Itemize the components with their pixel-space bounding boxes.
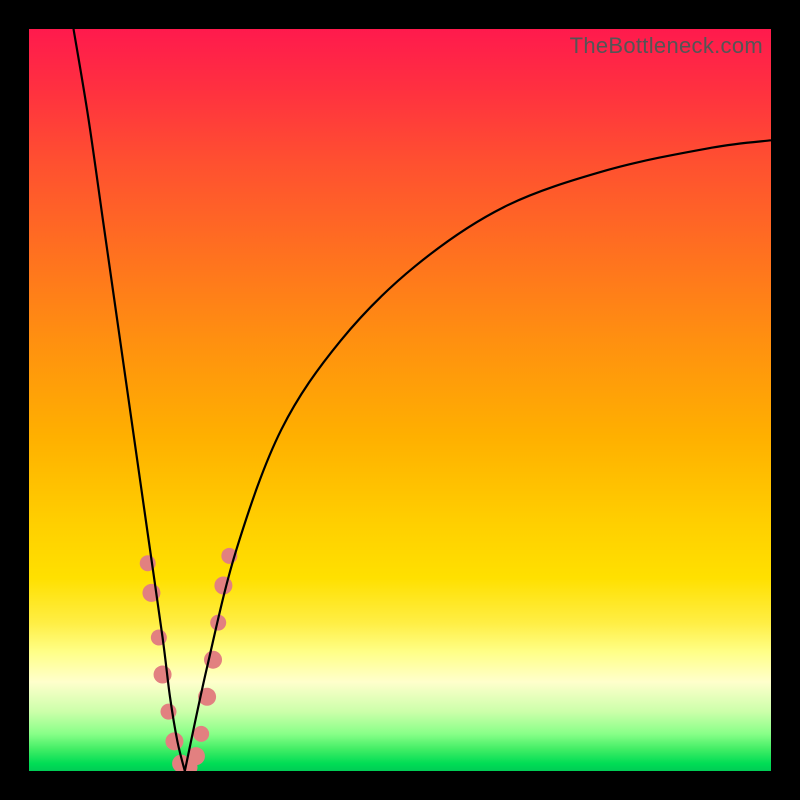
watermark-text: TheBottleneck.com bbox=[570, 33, 763, 59]
curve-right-branch bbox=[185, 140, 771, 771]
curve-svg bbox=[29, 29, 771, 771]
curve-left-branch bbox=[74, 29, 185, 771]
chart-frame: TheBottleneck.com bbox=[0, 0, 800, 800]
plot-area: TheBottleneck.com bbox=[29, 29, 771, 771]
data-point-dot bbox=[193, 726, 209, 742]
data-point-dot bbox=[214, 577, 232, 595]
data-point-dot bbox=[165, 732, 183, 750]
data-point-dot bbox=[151, 629, 167, 645]
